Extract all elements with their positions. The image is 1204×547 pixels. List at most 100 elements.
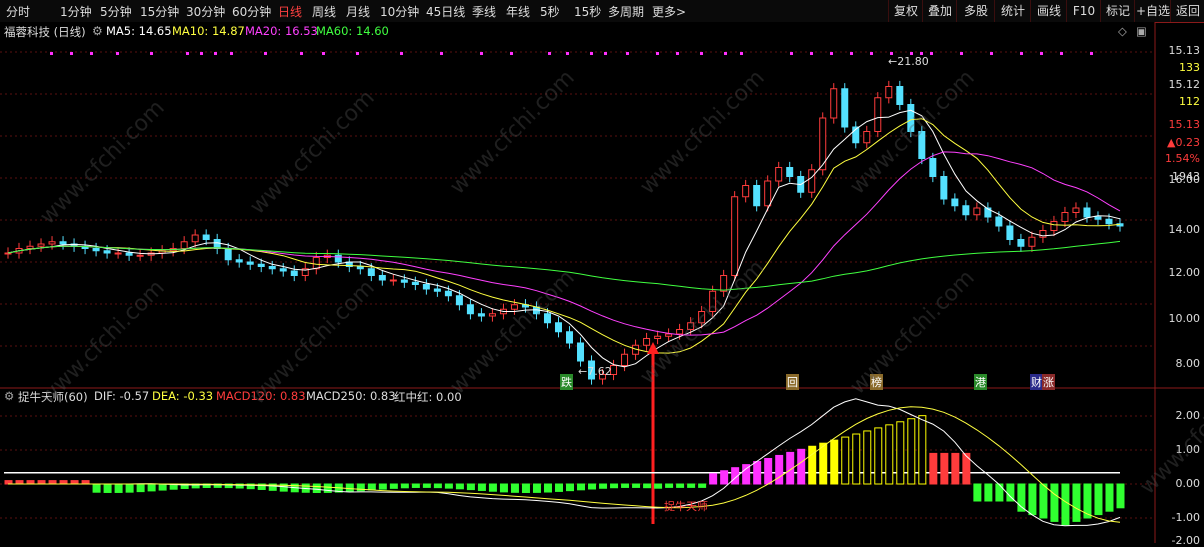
period-tab-9[interactable]: 10分钟 [380, 3, 419, 20]
signal-dot [214, 52, 217, 55]
panel-toggle-icon[interactable]: ▣ [1136, 24, 1147, 38]
period-tab-15[interactable]: 多周期 [608, 3, 644, 20]
candle-body [543, 313, 551, 324]
macd-bar [532, 483, 541, 493]
event-marker-1[interactable]: 回 [786, 374, 799, 390]
candle-body [488, 313, 496, 317]
period-tab-4[interactable]: 30分钟 [186, 3, 225, 20]
period-tab-0[interactable]: 分时 [6, 3, 30, 20]
period-tab-14[interactable]: 15秒 [574, 3, 601, 20]
toolbar-button-5[interactable]: F10 [1066, 0, 1101, 22]
period-tab-13[interactable]: 5秒 [540, 3, 560, 20]
period-tab-8[interactable]: 月线 [346, 3, 370, 20]
candle-body [566, 331, 574, 344]
toolbar-button-7[interactable]: +自选 [1134, 0, 1171, 22]
kline-chart[interactable] [0, 22, 1204, 543]
period-tab-2[interactable]: 5分钟 [100, 3, 132, 20]
period-tab-11[interactable]: 季线 [472, 3, 496, 20]
signal-dot [186, 52, 189, 55]
candle-body [400, 279, 408, 283]
signal-dot [830, 52, 833, 55]
candle-body [742, 185, 750, 198]
candle-body [841, 88, 849, 128]
period-tab-3[interactable]: 15分钟 [140, 3, 179, 20]
signal-dot [70, 52, 73, 55]
candle-body [367, 268, 375, 276]
macd-bar [632, 483, 641, 488]
candle-body [764, 180, 772, 207]
macd-bar [885, 424, 894, 485]
candle-body [290, 270, 298, 276]
period-tab-10[interactable]: 45日线 [426, 3, 465, 20]
macd-bar [830, 439, 839, 485]
macd-bar [665, 483, 674, 488]
candle-body [808, 169, 816, 193]
toolbar-button-0[interactable]: 复权 [888, 0, 923, 22]
toolbar-button-8[interactable]: 返回 [1170, 0, 1204, 22]
macd-bar [4, 480, 13, 485]
candle-body [918, 131, 926, 159]
macd-bar [841, 436, 850, 485]
period-tab-1[interactable]: 1分钟 [60, 3, 92, 20]
quote-info-3: 112 [1179, 95, 1200, 108]
candle-body [907, 104, 915, 132]
candle-body [510, 304, 518, 310]
candle-body [48, 241, 56, 245]
period-tab-12[interactable]: 年线 [506, 3, 530, 20]
candle-body [334, 254, 342, 263]
candle-body [202, 234, 210, 240]
period-tab-5[interactable]: 60分钟 [232, 3, 271, 20]
macd-bar [70, 480, 79, 485]
event-marker-5[interactable]: 涨 [1042, 374, 1055, 390]
signal-dot [850, 52, 853, 55]
macd-bar [852, 433, 861, 485]
signal-dot [400, 52, 403, 55]
signal-dot [740, 52, 743, 55]
candle-body [213, 239, 221, 249]
period-tab-6[interactable]: 日线 [278, 3, 302, 20]
candle-body [477, 313, 485, 317]
macd-bar [411, 483, 420, 488]
candle-body [37, 243, 45, 247]
candle-body [114, 252, 122, 255]
macd-bar [676, 483, 685, 488]
event-marker-0[interactable]: 跌 [560, 374, 573, 390]
candle-body [1028, 236, 1036, 247]
candle-body [676, 329, 684, 335]
macd-bar [764, 458, 773, 485]
candle-body [433, 288, 441, 292]
signal-dot [810, 52, 813, 55]
macd-bar [907, 418, 916, 485]
macd-bar [158, 483, 167, 491]
macd-bar [103, 483, 112, 493]
event-marker-2[interactable]: 榜 [870, 374, 883, 390]
diamond-icon[interactable]: ◇ [1118, 24, 1127, 38]
candle-body [1061, 212, 1069, 222]
toolbar-button-6[interactable]: 标记 [1100, 0, 1135, 22]
candle-body [59, 241, 67, 245]
signal-dot [656, 52, 659, 55]
candle-body [312, 257, 320, 270]
signal-dot [990, 52, 993, 55]
macd-bar [389, 483, 398, 489]
quote-info-2: 15.12 [1168, 78, 1201, 91]
candle-body [466, 304, 474, 315]
macd-bar [643, 483, 652, 489]
toolbar-button-3[interactable]: 统计 [994, 0, 1031, 22]
signal-dot [230, 52, 233, 55]
dea-label: DEA: -0.33 [152, 389, 214, 403]
candle-body [863, 131, 871, 144]
sub-settings-icon[interactable]: ⚙ [4, 389, 14, 403]
period-tab-16[interactable]: 更多> [652, 3, 686, 20]
toolbar-button-4[interactable]: 画线 [1030, 0, 1067, 22]
event-marker-3[interactable]: 港 [974, 374, 987, 390]
period-tab-7[interactable]: 周线 [312, 3, 336, 20]
signal-dot [440, 52, 443, 55]
macd-bar [709, 473, 718, 485]
settings-icon[interactable]: ⚙ [92, 24, 103, 38]
toolbar-button-2[interactable]: 多股 [956, 0, 995, 22]
toolbar-button-1[interactable]: 叠加 [922, 0, 957, 22]
price-axis-tick: 10.00 [1168, 312, 1201, 325]
stock-title: 福蓉科技 (日线) [4, 25, 86, 39]
macd-bar [995, 483, 1004, 502]
